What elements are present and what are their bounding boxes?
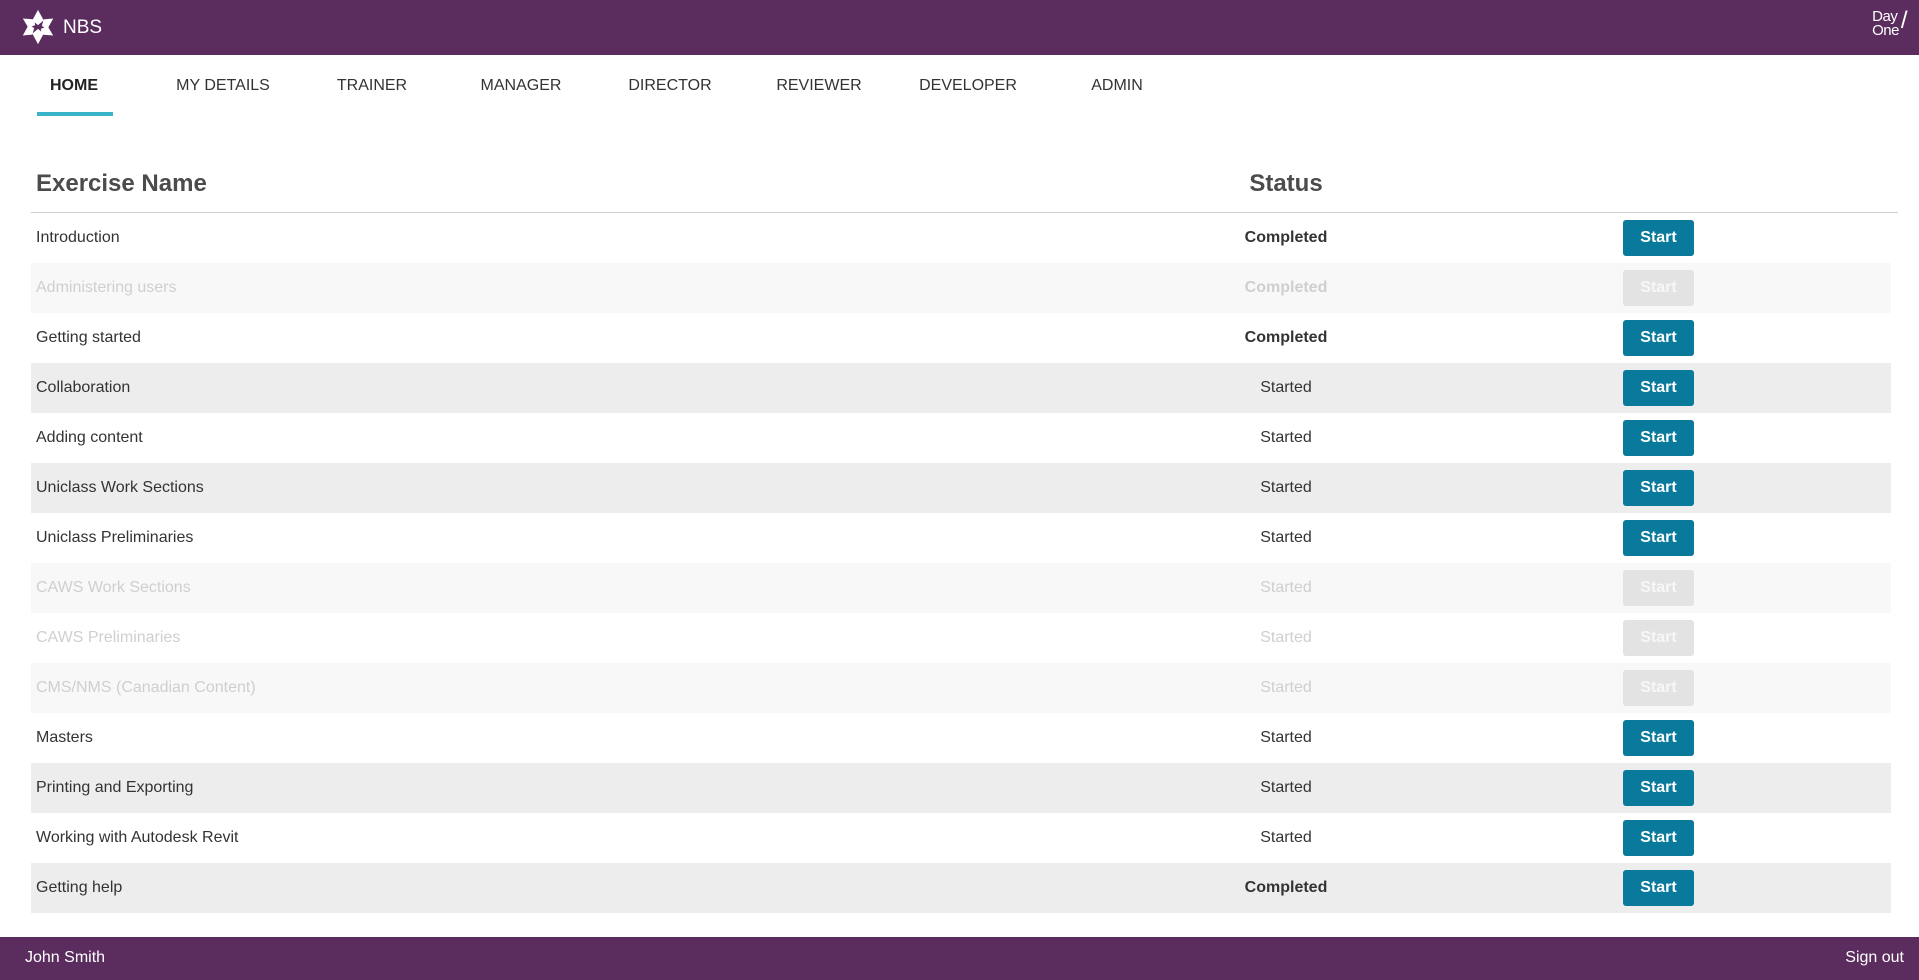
nav-developer[interactable]: DEVELOPER — [919, 77, 1017, 95]
table-row: Collaboration Started Start — [31, 363, 1891, 413]
brand-name: NBS — [63, 17, 103, 38]
footer-bar: John Smith Sign out — [0, 937, 1919, 980]
nav-trainer[interactable]: TRAINER — [337, 77, 407, 95]
exercise-table: Exercise Name Status Introduction Complet… — [31, 160, 1898, 913]
start-button: Start — [1623, 270, 1694, 306]
exercise-name: CAWS Work Sections — [36, 579, 191, 596]
start-button: Start — [1623, 670, 1694, 706]
main-nav: HOME MY DETAILS TRAINER MANAGER DIRECTOR… — [0, 55, 1919, 120]
nav-reviewer[interactable]: REVIEWER — [776, 77, 861, 95]
nav-home[interactable]: HOME — [50, 77, 98, 95]
exercise-status: Started — [1260, 379, 1312, 396]
exercise-name: Adding content — [36, 429, 143, 446]
table-row: Getting help Completed Start — [31, 863, 1891, 913]
table-row: Adding content Started Start — [31, 413, 1891, 463]
sign-out-link[interactable]: Sign out — [1845, 949, 1904, 967]
start-button: Start — [1623, 620, 1694, 656]
start-button[interactable]: Start — [1623, 470, 1694, 506]
table-row: CAWS Work Sections Started Start — [31, 563, 1891, 613]
day-one-logo: Day One / — [1872, 9, 1907, 39]
exercise-name: CMS/NMS (Canadian Content) — [36, 679, 256, 696]
exercise-name: Introduction — [36, 229, 120, 246]
nav-my-details[interactable]: MY DETAILS — [176, 77, 270, 95]
table-row: Working with Autodesk Revit Started Start — [31, 813, 1891, 863]
start-button[interactable]: Start — [1623, 820, 1694, 856]
start-button[interactable]: Start — [1623, 220, 1694, 256]
table-row: Introduction Completed Start — [31, 213, 1891, 263]
start-button[interactable]: Start — [1623, 370, 1694, 406]
table-row: Printing and Exporting Started Start — [31, 763, 1891, 813]
exercise-status: Completed — [1244, 329, 1328, 346]
exercise-name: Working with Autodesk Revit — [36, 829, 239, 846]
exercise-name: Getting help — [36, 879, 123, 896]
start-button[interactable]: Start — [1623, 720, 1694, 756]
nav-admin[interactable]: ADMIN — [1091, 77, 1143, 95]
exercise-status: Started — [1260, 679, 1312, 696]
start-button[interactable]: Start — [1623, 420, 1694, 456]
exercise-status: Started — [1260, 629, 1312, 646]
exercise-status: Completed — [1244, 879, 1328, 896]
table-row: Getting started Completed Start — [31, 313, 1891, 363]
day-one-line2: One — [1872, 22, 1899, 39]
nav-active-indicator — [37, 112, 113, 116]
exercise-name: Administering users — [36, 279, 177, 296]
exercise-name: Uniclass Preliminaries — [36, 529, 194, 546]
table-row: Uniclass Preliminaries Started Start — [31, 513, 1891, 563]
nbs-star-logo-icon[interactable] — [19, 8, 57, 46]
exercise-status: Started — [1260, 429, 1312, 446]
table-header: Exercise Name Status — [31, 160, 1898, 213]
exercise-status: Started — [1260, 579, 1312, 596]
exercise-name: Getting started — [36, 329, 141, 346]
start-button[interactable]: Start — [1623, 870, 1694, 906]
table-row: Uniclass Work Sections Started Start — [31, 463, 1891, 513]
exercise-status: Started — [1260, 479, 1312, 496]
start-button[interactable]: Start — [1623, 320, 1694, 356]
top-bar: NBS Day One / — [0, 0, 1919, 55]
start-button: Start — [1623, 570, 1694, 606]
exercise-status: Completed — [1244, 279, 1328, 296]
table-row: CAWS Preliminaries Started Start — [31, 613, 1891, 663]
column-header-exercise-name: Exercise Name — [36, 170, 207, 197]
exercise-name: Collaboration — [36, 379, 131, 396]
day-one-mark: / — [1900, 7, 1908, 34]
exercise-status: Started — [1260, 779, 1312, 796]
nav-director[interactable]: DIRECTOR — [628, 77, 711, 95]
exercise-status: Started — [1260, 529, 1312, 546]
exercise-name: CAWS Preliminaries — [36, 629, 181, 646]
table-body: Introduction Completed Start Administering … — [31, 213, 1898, 913]
exercise-status: Completed — [1244, 229, 1328, 246]
exercise-status: Started — [1260, 829, 1312, 846]
table-row: CMS/NMS (Canadian Content) Started Start — [31, 663, 1891, 713]
start-button[interactable]: Start — [1623, 520, 1694, 556]
nav-manager[interactable]: MANAGER — [481, 77, 562, 95]
column-header-status: Status — [1249, 170, 1323, 197]
exercise-name: Uniclass Work Sections — [36, 479, 204, 496]
user-name: John Smith — [25, 949, 106, 966]
table-row: Masters Started Start — [31, 713, 1891, 763]
exercise-name: Printing and Exporting — [36, 779, 194, 796]
start-button[interactable]: Start — [1623, 770, 1694, 806]
exercise-status: Started — [1260, 729, 1312, 746]
table-row: Administering users Completed Start — [31, 263, 1891, 313]
exercise-name: Masters — [36, 729, 93, 746]
